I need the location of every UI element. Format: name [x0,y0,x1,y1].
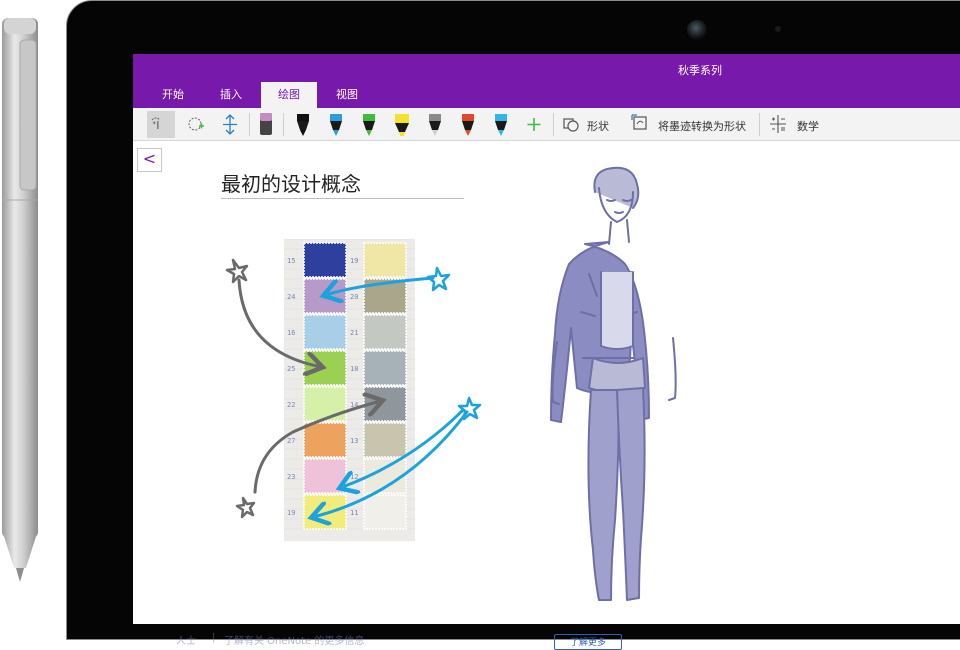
pen-button[interactable] [355,111,383,138]
page-title: 最初的设计概念 [221,172,361,196]
swatch-right-number: 18 [350,365,358,373]
swatch-left-5 [303,422,347,458]
tab-draw[interactable]: 绘图 [261,82,317,108]
swatch-right-5 [363,422,407,458]
pen-button[interactable] [454,111,482,138]
swatch-right-number: 21 [350,329,358,337]
swatch-right-6 [363,458,407,494]
swatch-row-number: 15 [287,257,295,265]
ink-to-shape-icon [631,114,647,130]
swatch-right-number: 13 [350,437,358,445]
add-pen-button[interactable] [520,111,548,138]
swatch-row-number: 23 [287,473,295,481]
highlighter-icon [395,114,409,136]
toolbar-separator [759,113,760,136]
lasso-select-icon [188,117,204,131]
swatch-right-number: 11 [350,509,358,517]
swatch-left-4 [303,386,347,422]
shapes-icon [563,118,579,132]
swatch-right-2 [363,314,407,350]
fashion-sketch-image [550,166,677,601]
eraser-button[interactable] [255,111,277,138]
math-label: 数学 [797,120,819,133]
shapes-label: 形状 [587,120,609,133]
pen-button[interactable] [289,111,317,138]
pen-icon [330,114,342,136]
insert-space-button[interactable] [217,111,243,138]
pen-icon [297,114,309,136]
swatch-left-6 [303,458,347,494]
pen-icon [462,114,474,136]
stylus-pen-image [2,18,38,582]
onenote-window: 秋季系列 开始 插入 绘图 视图 ᐩI 形状 将墨迹转换为形状 数学 < 最初的… [133,54,960,624]
add-pen-icon [527,118,541,131]
lasso-select-button[interactable] [183,111,209,138]
notebook-title: 秋季系列 [678,64,722,77]
swatch-row-number: 25 [287,365,295,373]
swatch-right-3 [363,350,407,386]
swatch-right-7 [363,494,407,530]
swatch-row-number: 24 [287,293,295,301]
footer-strip: 人士 | 了解有关 OneNote 的更多信息 了解更多 [140,632,660,650]
insert-space-icon [223,114,237,135]
swatch-row-number: 19 [287,509,295,517]
tab-view[interactable]: 视图 [323,82,371,108]
pen-button[interactable] [322,111,350,138]
ink-to-shape-label: 将墨迹转换为形状 [658,120,746,133]
eraser-icon [260,113,272,135]
swatch-row-number: 27 [287,437,295,445]
svg-text:ᐩI: ᐩI [152,119,160,132]
fabric-swatch-card-image: 15 24 16 25 22 27 23 19 19 20 21 18 14 13 12 11 [284,239,415,541]
swatch-right-4 [363,386,407,422]
pencil-icon [429,114,441,136]
tab-insert[interactable]: 插入 [207,82,255,108]
toolbar-separator [249,113,250,136]
type-select-button[interactable]: ᐩI [147,111,175,138]
math-icon [770,115,786,133]
tab-home[interactable]: 开始 [149,82,197,108]
footer-divider: | [212,632,216,643]
swatch-right-number: 20 [350,293,358,301]
swatch-row-number: 16 [287,329,295,337]
shapes-button[interactable]: 形状 [561,111,617,138]
swatch-right-number: 19 [350,257,358,265]
learn-more-button[interactable]: 了解更多 [554,634,622,650]
pen-icon [495,114,507,136]
highlighter-button[interactable] [388,111,416,138]
pen-button[interactable] [487,111,515,138]
pencil-button[interactable] [421,111,449,138]
swatch-right-number: 12 [350,473,358,481]
swatch-left-2 [303,314,347,350]
ink-to-shape-button[interactable]: 将墨迹转换为形状 [630,111,754,138]
swatch-row-number: 22 [287,401,295,409]
lasso-type-icon: ᐩI [151,117,161,132]
swatch-left-1 [303,278,347,314]
light-sensor [775,26,781,32]
swatch-right-number: 14 [350,401,358,409]
title-bar: 秋季系列 [133,54,960,82]
swatch-left-7 [303,494,347,530]
ribbon-tabs: 开始 插入 绘图 视图 [133,82,960,108]
swatch-right-1 [363,278,407,314]
swatch-left-0 [303,242,347,278]
toolbar-separator [553,113,554,136]
math-button[interactable]: 数学 [767,111,827,138]
swatch-left-3 [303,350,347,386]
draw-toolbar: ᐩI 形状 将墨迹转换为形状 数学 [133,108,960,141]
swatch-right-0 [363,242,407,278]
title-underline [221,198,464,199]
toolbar-separator [283,113,284,136]
camera-lens [687,20,707,40]
back-button[interactable]: < [137,148,162,172]
pen-icon [363,114,375,136]
